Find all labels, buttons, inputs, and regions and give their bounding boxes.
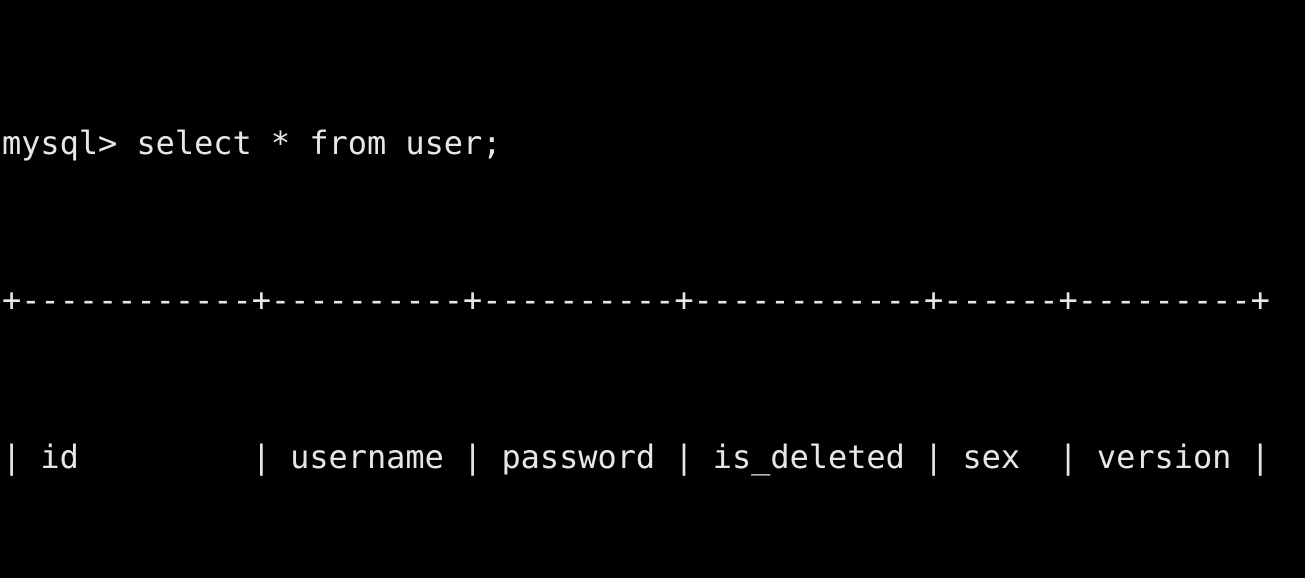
terminal-screen[interactable]: mysql> select * from user; +------------…	[0, 0, 1305, 578]
table-header-row: | id | username | password | is_deleted …	[2, 438, 1270, 477]
table-top-border: +------------+----------+----------+----…	[2, 281, 1270, 320]
prompt-line: mysql> select * from user;	[2, 123, 502, 162]
